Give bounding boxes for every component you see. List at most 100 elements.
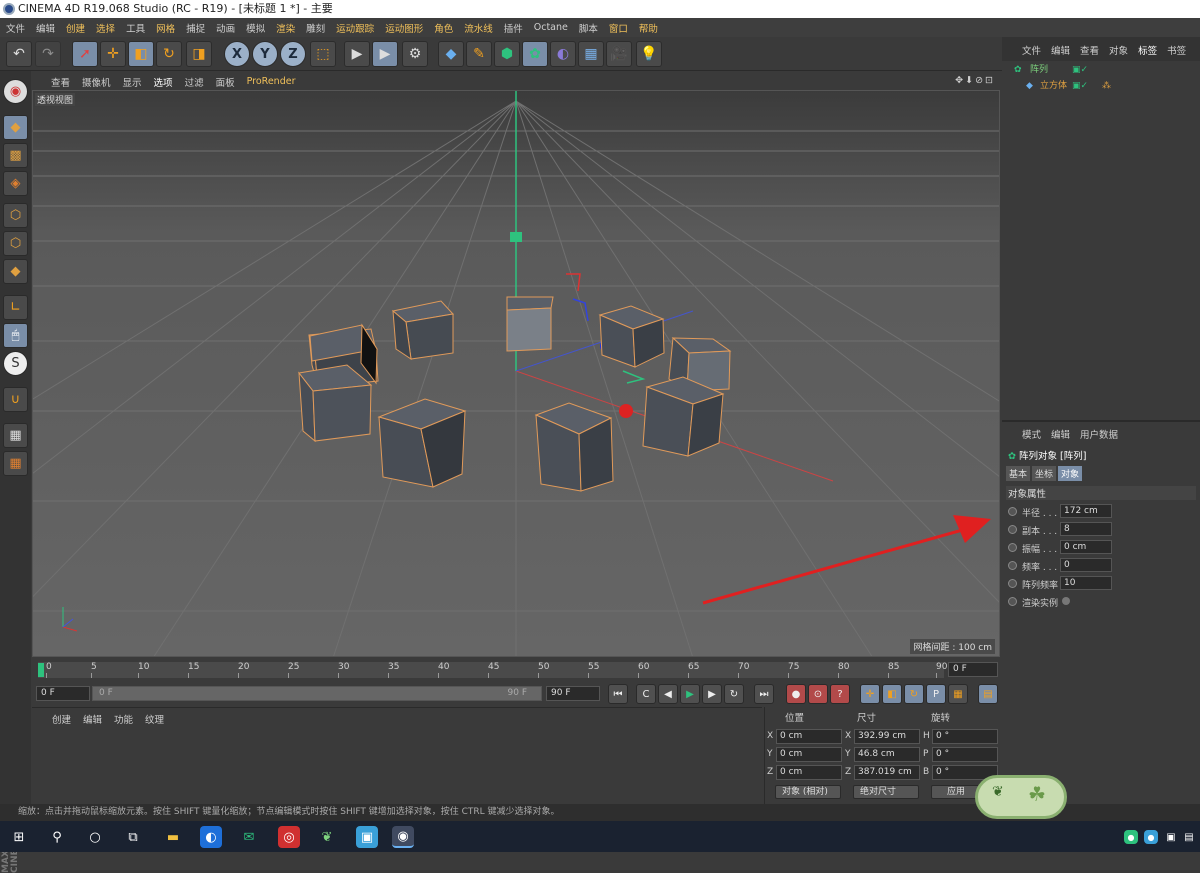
render-instances-checkbox[interactable]	[1062, 597, 1070, 605]
keyframe-toggle-icon[interactable]	[1008, 597, 1017, 606]
array-frequency-field[interactable]: 10	[1060, 576, 1112, 590]
attr-menu-edit[interactable]: 编辑	[1051, 427, 1070, 441]
axis-mode-icon[interactable]: ∟	[3, 295, 28, 320]
undo-icon[interactable]: ↶	[6, 41, 32, 67]
green-app-icon[interactable]: ❦	[316, 826, 338, 848]
key-position-icon[interactable]: ✛	[860, 684, 880, 704]
viewport-menu-display[interactable]: 显示	[123, 75, 142, 89]
menu-render[interactable]: 渲染	[276, 21, 295, 35]
keyframe-toggle-icon[interactable]	[1008, 525, 1017, 534]
material-menu-function[interactable]: 功能	[114, 712, 133, 726]
menu-help[interactable]: 帮助	[639, 21, 658, 35]
light-icon[interactable]: 💡	[636, 41, 662, 67]
x-axis-handle[interactable]	[619, 404, 633, 418]
tray-blue-icon[interactable]: ●	[1144, 830, 1158, 844]
copies-field[interactable]: 8	[1060, 522, 1112, 536]
solo-mode-icon[interactable]: S	[3, 351, 28, 376]
cube-4[interactable]	[598, 305, 665, 368]
select-tool-icon[interactable]: ➚	[72, 41, 98, 67]
texture-mode-icon[interactable]: ▩	[3, 143, 28, 168]
cortana-icon[interactable]: ○	[84, 826, 106, 848]
rotation-h-field[interactable]: 0 °	[932, 729, 998, 744]
menu-octane[interactable]: Octane	[534, 22, 568, 33]
tray-network-icon[interactable]: ▤	[1182, 830, 1196, 844]
file-explorer-icon[interactable]: ▬	[162, 826, 184, 848]
menu-select[interactable]: 选择	[96, 21, 115, 35]
cinema4d-taskbar-icon[interactable]: ◉	[392, 826, 414, 848]
menu-simulate[interactable]: 模拟	[246, 21, 265, 35]
material-menu-create[interactable]: 创建	[52, 712, 71, 726]
model-mode-icon[interactable]: ◆	[3, 115, 28, 140]
obj-menu-tags[interactable]: 标签	[1138, 43, 1157, 57]
camera-icon[interactable]: 🎥	[606, 41, 632, 67]
menu-mesh[interactable]: 网格	[156, 21, 175, 35]
viewport-menu-prorender[interactable]: ProRender	[247, 76, 296, 87]
key-pla-icon[interactable]: ▦	[948, 684, 968, 704]
obj-menu-edit[interactable]: 编辑	[1051, 43, 1070, 57]
scale-tool-icon[interactable]: ◧	[128, 41, 154, 67]
goto-start-icon[interactable]: ⏮	[608, 684, 628, 704]
key-scale-icon[interactable]: ◧	[882, 684, 902, 704]
timeline-playhead[interactable]	[38, 663, 44, 677]
search-icon[interactable]: ⚲	[46, 826, 68, 848]
planar-workplane-icon[interactable]: ▦	[3, 451, 28, 476]
rotation-p-field[interactable]: 0 °	[932, 747, 998, 762]
tab-object[interactable]: 对象	[1058, 466, 1083, 481]
size-z-field[interactable]: 387.019 cm	[854, 765, 920, 780]
cube-10[interactable]	[642, 376, 725, 457]
keyframe-toggle-icon[interactable]	[1008, 507, 1017, 516]
make-editable-icon[interactable]: ◉	[3, 79, 28, 104]
tray-display-icon[interactable]: ▣	[1164, 830, 1178, 844]
current-frame-field[interactable]: 0 F	[948, 662, 998, 677]
floor-scene-icon[interactable]: ▦	[578, 41, 604, 67]
cube-8[interactable]	[377, 398, 467, 488]
menu-script[interactable]: 脚本	[579, 21, 598, 35]
material-menu-texture[interactable]: 纹理	[145, 712, 164, 726]
start-frame-field[interactable]: 0 F	[36, 686, 90, 701]
size-x-field[interactable]: 392.99 cm	[854, 729, 920, 744]
menu-tools[interactable]: 工具	[126, 21, 145, 35]
material-menu-edit[interactable]: 编辑	[83, 712, 102, 726]
position-x-field[interactable]: 0 cm	[776, 729, 842, 744]
points-mode-icon[interactable]: ⬡	[3, 203, 28, 228]
cube-3[interactable]	[506, 296, 554, 352]
keyframe-toggle-icon[interactable]	[1008, 543, 1017, 552]
cube-7[interactable]	[298, 364, 373, 443]
radius-field[interactable]: 172 cm	[1060, 504, 1112, 518]
visibility-checkmark-icon[interactable]: ▣✓	[1072, 79, 1088, 94]
next-key-icon[interactable]: ↻	[724, 684, 744, 704]
menu-snap[interactable]: 捕捉	[186, 21, 205, 35]
cube-primitive-icon[interactable]: ◆	[438, 41, 464, 67]
position-z-field[interactable]: 0 cm	[776, 765, 842, 780]
amplitude-field[interactable]: 0 cm	[1060, 540, 1112, 554]
attr-menu-userdata[interactable]: 用户数据	[1080, 427, 1118, 441]
menu-motion-tracking[interactable]: 运动跟踪	[336, 21, 374, 35]
next-frame-icon[interactable]: ▶	[702, 684, 722, 704]
viewport-menu-options[interactable]: 选项	[154, 75, 173, 89]
edges-mode-icon[interactable]: ⬡	[3, 231, 28, 256]
lock-workplane-icon[interactable]: ▦	[3, 423, 28, 448]
z-axis-lock-icon[interactable]: Z	[280, 41, 306, 67]
redo-icon[interactable]: ↷	[35, 41, 61, 67]
cube-2[interactable]	[391, 300, 454, 361]
perspective-viewport[interactable]: 透视视图 网格间距 : 100 cm	[32, 90, 1000, 657]
obj-menu-view[interactable]: 查看	[1080, 43, 1099, 57]
obj-menu-objects[interactable]: 对象	[1109, 43, 1128, 57]
menu-plugins[interactable]: 插件	[504, 21, 523, 35]
move-tool-icon[interactable]: ✛	[100, 41, 126, 67]
coordinate-system-icon[interactable]: ⬚	[310, 41, 336, 67]
floating-badge[interactable]: ❦ ☘	[975, 775, 1067, 819]
cube-9[interactable]	[534, 402, 614, 492]
attr-menu-mode[interactable]: 模式	[1022, 427, 1041, 441]
keyframe-toggle-icon[interactable]	[1008, 579, 1017, 588]
phong-tag-icon[interactable]: ⁂	[1102, 79, 1111, 94]
viewport-navigation-icons[interactable]: ✥⬇⊘⊡	[955, 75, 995, 86]
task-view-icon[interactable]: ⧉	[122, 826, 144, 848]
obj-menu-bookmarks[interactable]: 书签	[1167, 43, 1186, 57]
spline-pen-icon[interactable]: ✎	[466, 41, 492, 67]
preview-range-slider[interactable]: 0 F 90 F	[92, 686, 542, 701]
recent-tool-icon[interactable]: ◨	[186, 41, 212, 67]
apply-button[interactable]: 应用	[931, 785, 981, 799]
menu-window[interactable]: 窗口	[609, 21, 628, 35]
timeline-window-icon[interactable]: ▤	[978, 684, 998, 704]
